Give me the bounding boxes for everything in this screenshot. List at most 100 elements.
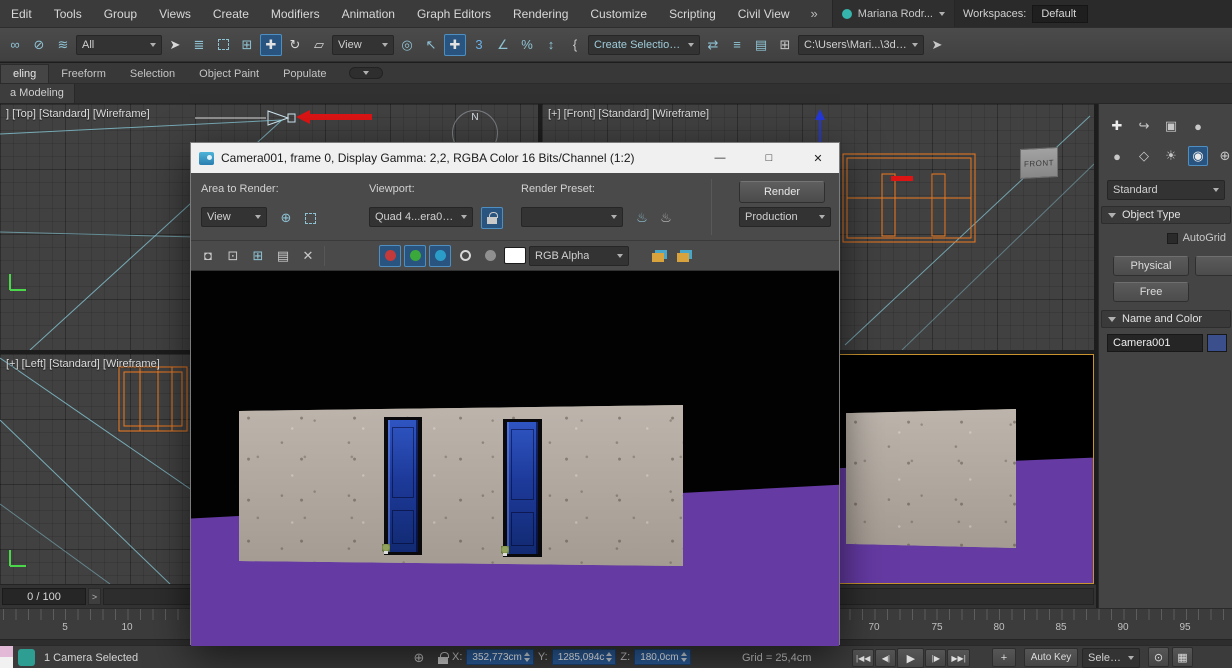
maximize-button[interactable]: □: [748, 143, 790, 173]
menu-create[interactable]: Create: [202, 0, 260, 27]
workspace-selector[interactable]: Default: [1032, 5, 1088, 23]
select-and-rotate-icon[interactable]: ↻: [284, 34, 306, 56]
maxscript-mini-listener-pink[interactable]: [0, 646, 13, 657]
spinner-icon[interactable]: [524, 651, 531, 663]
percent-snap-icon[interactable]: %: [516, 34, 538, 56]
unlink-selection-icon[interactable]: ⊘: [28, 34, 50, 56]
coordinate-field[interactable]: 180,0cm: [634, 649, 690, 665]
key-selection-filter-dropdown[interactable]: Selected: [1082, 648, 1140, 668]
lights-icon[interactable]: ☀: [1161, 146, 1181, 166]
free-camera-button[interactable]: Free: [1113, 282, 1189, 302]
geometry-icon[interactable]: ●: [1107, 146, 1127, 166]
ribbon-minimize-button[interactable]: [349, 67, 383, 79]
selection-lock-icon[interactable]: [432, 647, 454, 668]
menu-graph-editors[interactable]: Graph Editors: [406, 0, 502, 27]
save-image-icon[interactable]: ◘: [197, 245, 219, 267]
select-and-manipulate-icon[interactable]: ✚: [444, 34, 466, 56]
lock-viewport-button[interactable]: [481, 207, 503, 229]
viewport-left-label[interactable]: [+] [Left] [Standard] [Wireframe]: [6, 358, 160, 370]
name-and-color-rollout[interactable]: Name and Color: [1101, 310, 1231, 328]
previous-frame-button[interactable]: ◀|: [875, 649, 896, 667]
ribbon-subtab-modeling[interactable]: a Modeling: [0, 84, 75, 103]
ribbon-tab-selection[interactable]: Selection: [118, 65, 187, 83]
render-button[interactable]: Render: [739, 181, 825, 203]
render-setup-teapot-icon[interactable]: ♨: [631, 207, 653, 229]
helpers-icon[interactable]: ⊕: [1215, 146, 1232, 166]
print-image-icon[interactable]: ▤: [272, 245, 294, 267]
ribbon-tab-object-paint[interactable]: Object Paint: [187, 65, 271, 83]
blue-channel-icon[interactable]: [429, 245, 451, 267]
shapes-icon[interactable]: ◇: [1134, 146, 1154, 166]
auto-region-icon[interactable]: [299, 207, 321, 229]
object-name-field[interactable]: Camera001: [1107, 334, 1203, 352]
align-icon[interactable]: ≡: [726, 34, 748, 56]
clone-window-icon[interactable]: ⊞: [247, 245, 269, 267]
channel-display-dropdown[interactable]: RGB Alpha: [529, 246, 629, 266]
auto-key-button[interactable]: Auto Key: [1024, 648, 1078, 667]
autogrid-checkbox[interactable]: [1167, 233, 1178, 244]
next-frame-button[interactable]: |▶: [925, 649, 946, 667]
alpha-channel-icon[interactable]: [454, 245, 476, 267]
menu-views[interactable]: Views: [148, 0, 202, 27]
object-type-rollout[interactable]: Object Type: [1101, 206, 1231, 224]
viewport-top-label[interactable]: ] [Top] [Standard] [Wireframe]: [6, 108, 150, 120]
compare-image-icon[interactable]: [672, 245, 694, 267]
named-selection-set-dropdown[interactable]: Create Selection Se: [588, 35, 700, 55]
spinner-icon[interactable]: [681, 651, 688, 663]
menu-civil-view[interactable]: Civil View: [727, 0, 801, 27]
use-pivot-center-icon[interactable]: ◎: [396, 34, 418, 56]
menu-rendering[interactable]: Rendering: [502, 0, 579, 27]
window-crossing-icon[interactable]: ⊞: [236, 34, 258, 56]
render-mode-dropdown[interactable]: Production: [739, 207, 831, 227]
reference-coordinate-dropdown[interactable]: View: [332, 35, 394, 55]
current-frame-display[interactable]: 0 / 100: [2, 588, 86, 605]
rectangular-marquee-icon[interactable]: [212, 34, 234, 56]
select-and-link-icon[interactable]: ∞: [4, 34, 26, 56]
curve-editor-icon[interactable]: ⊞: [774, 34, 796, 56]
workspace-tab[interactable]: Mariana Rodr...: [832, 0, 955, 27]
monochrome-icon[interactable]: [479, 245, 501, 267]
clear-image-icon[interactable]: ✕: [297, 245, 319, 267]
viewport-dropdown[interactable]: Quad 4...era001(: [369, 207, 473, 227]
cameras-icon[interactable]: ◉: [1188, 146, 1208, 166]
go-to-start-button[interactable]: |◀◀: [852, 649, 874, 667]
project-folder-dropdown[interactable]: C:\Users\Mari...\3ds Max 202: [798, 35, 924, 55]
minimize-button[interactable]: —: [699, 143, 741, 173]
spinner-snap-icon[interactable]: ↕: [540, 34, 562, 56]
menu-modifiers[interactable]: Modifiers: [260, 0, 331, 27]
scene-explorer-icon[interactable]: ▤: [750, 34, 772, 56]
environment-teapot-icon[interactable]: ♨: [655, 207, 677, 229]
angle-snap-icon[interactable]: ∠: [492, 34, 514, 56]
display-tab-icon[interactable]: ▣: [1161, 116, 1181, 136]
menu-overflow-button[interactable]: »: [801, 0, 828, 27]
viewport-front-label[interactable]: [+] [Front] [Standard] [Wireframe]: [548, 108, 709, 120]
physical-camera-button[interactable]: Physical: [1113, 256, 1189, 276]
camera-type-button-cut[interactable]: [1195, 256, 1232, 276]
select-and-scale-icon[interactable]: ▱: [308, 34, 330, 56]
transform-gizmo-icon[interactable]: ⊕: [408, 647, 430, 668]
next-frame-arrow-button[interactable]: >: [88, 588, 101, 605]
toolbar-overflow-icon[interactable]: ➤: [926, 34, 948, 56]
menu-customize[interactable]: Customize: [579, 0, 658, 27]
coordinate-field[interactable]: 352,773cm: [466, 649, 533, 665]
close-button[interactable]: ✕: [797, 143, 839, 173]
snaps-toggle-3d-icon[interactable]: 3: [468, 34, 490, 56]
select-by-name-icon[interactable]: ≣: [188, 34, 210, 56]
modify-tab-icon[interactable]: ↪: [1134, 116, 1154, 136]
bind-to-spacewarp-icon[interactable]: ≋: [52, 34, 74, 56]
green-channel-icon[interactable]: [404, 245, 426, 267]
copy-image-icon[interactable]: ⊡: [222, 245, 244, 267]
render-window[interactable]: Camera001, frame 0, Display Gamma: 2,2, …: [190, 142, 840, 645]
ribbon-tab-populate[interactable]: Populate: [271, 65, 338, 83]
mirror-icon[interactable]: ⇄: [702, 34, 724, 56]
select-object-icon[interactable]: ➤: [164, 34, 186, 56]
key-filters-icon[interactable]: ▦: [1172, 647, 1193, 667]
select-and-move-icon[interactable]: ✚: [260, 34, 282, 56]
play-button[interactable]: ▶: [897, 648, 924, 668]
menu-edit[interactable]: Edit: [0, 0, 43, 27]
create-tab-icon[interactable]: ✚: [1107, 116, 1127, 136]
object-color-swatch[interactable]: [1207, 334, 1227, 352]
area-to-render-dropdown[interactable]: View: [201, 207, 267, 227]
coordinate-field[interactable]: 1285,094c: [552, 649, 617, 665]
clear-color-swatch[interactable]: [504, 247, 526, 264]
